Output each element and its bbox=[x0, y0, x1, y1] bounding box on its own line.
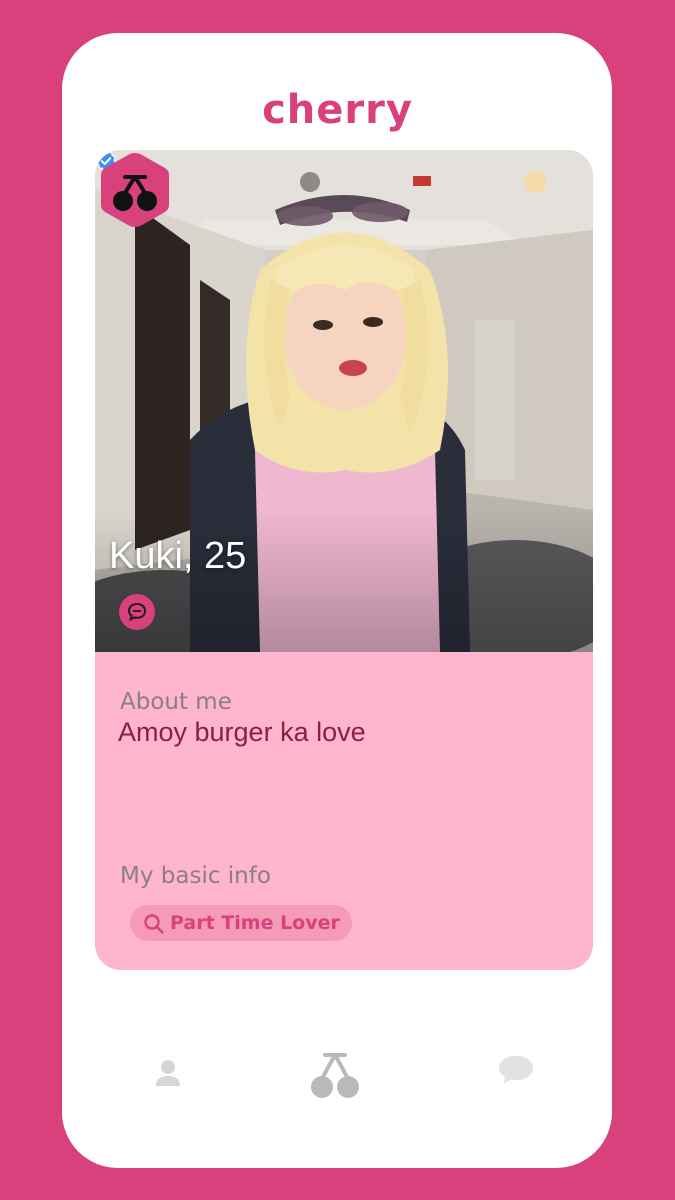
chat-icon bbox=[499, 1056, 533, 1084]
profile-name-age: Kuki, 25 bbox=[109, 535, 247, 577]
profile-photo[interactable]: Kuki, 25 bbox=[95, 150, 593, 652]
basic-info-tag[interactable]: Part Time Lover bbox=[130, 905, 352, 941]
search-icon bbox=[144, 914, 164, 934]
nav-chat-button[interactable] bbox=[495, 1050, 537, 1100]
about-me-text: Amoy burger ka love bbox=[118, 717, 366, 747]
profile-icon bbox=[156, 1060, 180, 1086]
about-me-label: About me bbox=[120, 689, 232, 715]
message-button[interactable] bbox=[119, 594, 155, 630]
cherry-like-button[interactable] bbox=[95, 150, 175, 230]
app-logo: cherry bbox=[262, 87, 413, 133]
nav-cherry-button[interactable] bbox=[307, 1050, 363, 1100]
bottom-nav bbox=[95, 1040, 593, 1110]
chat-bubble-icon bbox=[127, 602, 147, 622]
cherry-icon bbox=[311, 1053, 359, 1098]
basic-info-tag-label: Part Time Lover bbox=[170, 912, 340, 934]
basic-info-label: My basic info bbox=[120, 863, 271, 889]
profile-card[interactable]: Kuki, 25 About me Amoy burger ka love My… bbox=[95, 150, 593, 970]
nav-profile-button[interactable] bbox=[153, 1050, 183, 1100]
